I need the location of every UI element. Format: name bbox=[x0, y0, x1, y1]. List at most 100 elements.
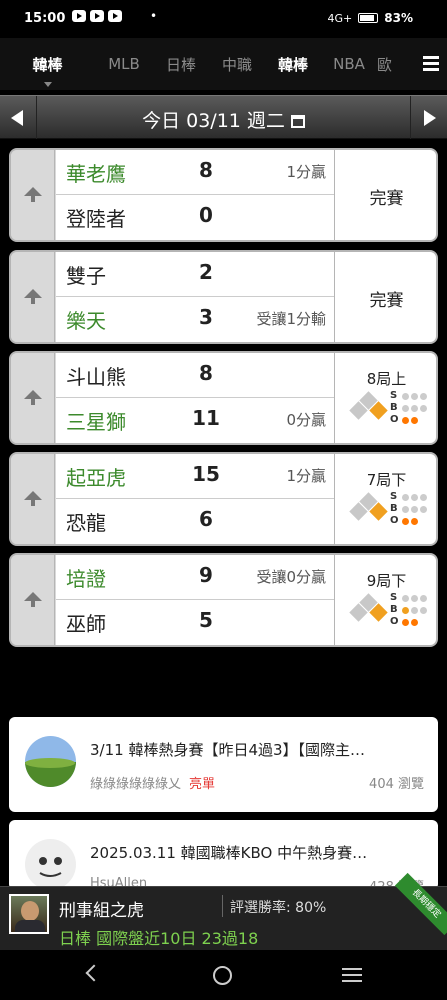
team-name: 培證 bbox=[66, 567, 106, 591]
date-label: 今日 03/11 週二 bbox=[142, 110, 285, 132]
tab-cpbl[interactable]: 中職 bbox=[209, 38, 265, 90]
team-row: 起亞虎 15 1分贏 bbox=[56, 454, 334, 499]
youtube-icon bbox=[72, 10, 86, 22]
tab-label: 韓棒 bbox=[32, 55, 63, 74]
next-day-arrow-icon[interactable] bbox=[424, 110, 436, 126]
team-row: 培證 9 受讓0分贏 bbox=[56, 555, 334, 600]
handicap-result: 受讓0分贏 bbox=[256, 568, 326, 586]
team-row: 三星獅 11 0分贏 bbox=[56, 398, 334, 443]
team-name: 雙子 bbox=[66, 264, 106, 288]
pin-to-top-button[interactable] bbox=[11, 252, 55, 342]
team-name: 起亞虎 bbox=[66, 466, 126, 490]
team-row: 樂天 3 受讓1分輸 bbox=[56, 297, 334, 342]
team-row: 華老鷹 8 1分贏 bbox=[56, 150, 334, 195]
team-name: 樂天 bbox=[66, 309, 106, 333]
game-status: 完賽 bbox=[369, 189, 404, 209]
tab-mlb[interactable]: MLB bbox=[95, 38, 153, 90]
article-card[interactable]: 3/11 韓棒熱身賽【昨日4過3】【國際主… 綠綠綠綠綠綠乂 亮單 404 瀏覽 bbox=[9, 717, 438, 812]
notification-icons bbox=[72, 10, 122, 22]
expert-banner[interactable]: 刑事組之虎 評選勝率: 80% 日棒 國際盤近10日 23過18 長期穩定 bbox=[0, 872, 447, 950]
game-card[interactable]: 華老鷹 8 1分贏登陸者 0 完賽 bbox=[9, 148, 438, 242]
tab-label: MLB bbox=[108, 55, 140, 73]
team-score: 15 bbox=[192, 462, 220, 486]
system-nav-bar bbox=[0, 950, 447, 1000]
article-views: 404 瀏覽 bbox=[369, 777, 424, 792]
game-status: 完賽 bbox=[369, 291, 404, 311]
status-right: 4G+ 83% bbox=[328, 11, 413, 25]
date-selector[interactable]: 今日 03/11 週二 bbox=[0, 106, 447, 133]
team-score: 2 bbox=[199, 260, 213, 284]
teams-block: 培證 9 受讓0分贏巫師 5 bbox=[56, 555, 334, 645]
battery-icon bbox=[358, 13, 379, 23]
game-status-box: 完賽 bbox=[334, 150, 436, 240]
calendar-icon bbox=[290, 115, 305, 128]
tab-nba[interactable]: NBA bbox=[321, 38, 377, 90]
expert-avatar bbox=[9, 894, 49, 934]
article-thumbnail bbox=[25, 736, 76, 787]
game-inning: 7局下 bbox=[366, 471, 407, 489]
battery-percent: 83% bbox=[384, 11, 413, 25]
article-title: 3/11 韓棒熱身賽【昨日4過3】【國際主… bbox=[90, 741, 366, 759]
team-row: 雙子 2 bbox=[56, 252, 334, 297]
recent-apps-icon[interactable] bbox=[342, 968, 362, 986]
pin-to-top-button[interactable] bbox=[11, 454, 55, 544]
tab-label: 韓棒 bbox=[277, 55, 308, 74]
tab-current-league[interactable]: 韓棒 bbox=[0, 38, 95, 90]
game-inning: 9局下 bbox=[366, 572, 407, 590]
tab-kbo[interactable]: 韓棒 bbox=[265, 38, 321, 90]
article-tag: 亮單 bbox=[189, 777, 216, 792]
team-name: 巫師 bbox=[66, 612, 106, 636]
game-inning: 8局上 bbox=[366, 370, 407, 388]
pin-to-top-button[interactable] bbox=[11, 353, 55, 443]
team-name: 華老鷹 bbox=[66, 162, 126, 186]
count-indicator: SBO bbox=[390, 390, 427, 426]
expert-record: 日棒 國際盤近10日 23過18 bbox=[59, 929, 259, 948]
youtube-icon bbox=[90, 10, 104, 22]
game-status-box: 8局上 S B O bbox=[334, 353, 436, 443]
team-score: 8 bbox=[199, 158, 213, 182]
date-bar: 今日 03/11 週二 bbox=[0, 95, 447, 139]
back-icon[interactable] bbox=[85, 964, 103, 982]
bases-diamond-icon bbox=[347, 593, 389, 625]
team-name: 恐龍 bbox=[66, 511, 106, 535]
team-score: 3 bbox=[199, 305, 213, 329]
handicap-result: 1分贏 bbox=[286, 467, 326, 485]
count-indicator: SBO bbox=[390, 592, 427, 628]
bases-diamond-icon bbox=[347, 492, 389, 524]
team-row: 登陸者 0 bbox=[56, 195, 334, 240]
network-indicator: 4G+ bbox=[327, 11, 353, 25]
team-score: 9 bbox=[199, 563, 213, 587]
team-row: 恐龍 6 bbox=[56, 499, 334, 544]
menu-icon[interactable] bbox=[423, 56, 439, 74]
home-icon[interactable] bbox=[213, 966, 232, 985]
chevron-down-icon bbox=[43, 82, 52, 87]
pin-to-top-button[interactable] bbox=[11, 150, 55, 240]
youtube-icon bbox=[108, 10, 122, 22]
game-card[interactable]: 起亞虎 15 1分贏恐龍 6 7局下 S B O bbox=[9, 452, 438, 546]
team-row: 巫師 5 bbox=[56, 600, 334, 645]
expert-win-rate: 評選勝率: 80% bbox=[230, 900, 327, 916]
tab-label: NBA bbox=[333, 55, 365, 73]
article-author: 綠綠綠綠綠綠乂 亮單 bbox=[90, 777, 216, 792]
team-score: 0 bbox=[199, 203, 213, 227]
game-card[interactable]: 培證 9 受讓0分贏巫師 5 9局下 S B O bbox=[9, 553, 438, 647]
pin-to-top-button[interactable] bbox=[11, 555, 55, 645]
team-score: 5 bbox=[199, 608, 213, 632]
team-row: 斗山熊 8 bbox=[56, 353, 334, 398]
handicap-result: 1分贏 bbox=[286, 163, 326, 181]
article-title: 2025.03.11 韓國職棒KBO 中午熱身賽… bbox=[90, 844, 368, 862]
tab-label: 日棒 bbox=[165, 55, 196, 74]
game-card[interactable]: 斗山熊 8 三星獅 11 0分贏 8局上 S B O bbox=[9, 351, 438, 445]
tab-europe[interactable]: 歐 bbox=[377, 38, 407, 90]
status-bar: 15:00 • 4G+ 83% bbox=[0, 0, 447, 38]
article-card[interactable]: 2025.03.11 韓國職棒KBO 中午熱身賽… HsuAllen 428 瀏… bbox=[9, 820, 438, 895]
expert-name: 刑事組之虎 bbox=[59, 901, 144, 921]
status-time: 15:00 bbox=[24, 11, 66, 26]
game-card[interactable]: 雙子 2 樂天 3 受讓1分輸 完賽 bbox=[9, 250, 438, 344]
team-score: 8 bbox=[199, 361, 213, 385]
game-status-box: 完賽 bbox=[334, 252, 436, 342]
tab-npb[interactable]: 日棒 bbox=[153, 38, 209, 90]
article-thumbnail bbox=[25, 839, 76, 890]
team-name: 三星獅 bbox=[66, 410, 126, 434]
game-status-box: 7局下 S B O bbox=[334, 454, 436, 544]
